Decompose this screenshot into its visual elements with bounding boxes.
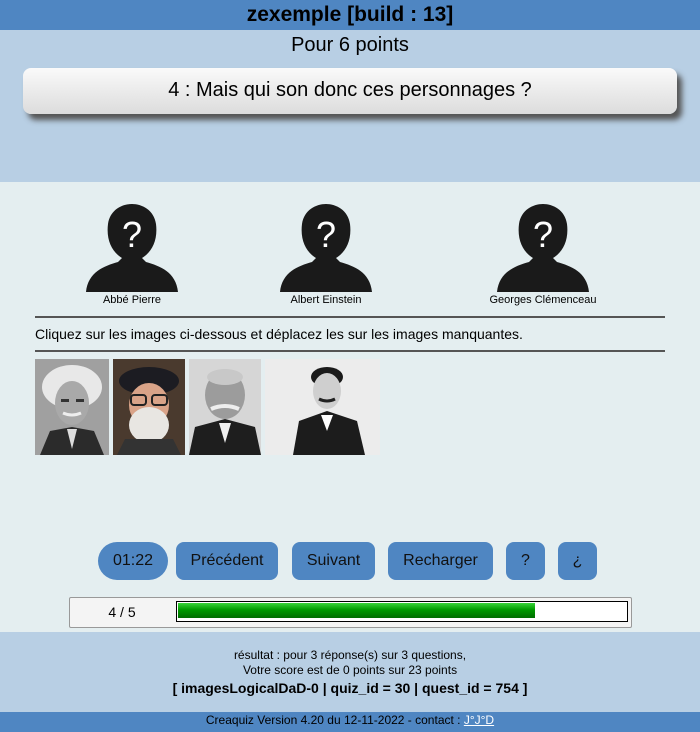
- drop-slot-albert-einstein[interactable]: ? Albert Einstein: [246, 202, 406, 306]
- reload-button[interactable]: Recharger: [388, 542, 493, 580]
- help-button[interactable]: ?: [506, 542, 545, 580]
- divider: [35, 316, 665, 318]
- question-area: ? Abbé Pierre ? Albert Einstein ? George…: [0, 182, 700, 632]
- draggable-photo-4[interactable]: [265, 359, 380, 455]
- progress-fill: [178, 603, 535, 618]
- draggable-photo-2[interactable]: [113, 359, 185, 455]
- next-button[interactable]: Suivant: [292, 542, 375, 580]
- result-line-1: résultat : pour 3 réponse(s) sur 3 quest…: [233, 648, 467, 662]
- progress-panel: 4 / 5: [69, 597, 632, 628]
- progress-bar: [176, 601, 628, 622]
- version-text: Creaquiz Version 4.20 du 12-11-2022 - co…: [205, 713, 464, 727]
- draggable-photo-1[interactable]: [35, 359, 109, 455]
- unknown-person-icon: ?: [86, 204, 178, 292]
- app-title: zexemple [build : 13]: [0, 0, 700, 30]
- result-line-2: Votre score est de 0 points sur 23 point…: [242, 663, 458, 677]
- question-text: 4 : Mais qui son donc ces personnages ?: [23, 68, 677, 114]
- unknown-person-icon: ?: [280, 204, 372, 292]
- question-points: Pour 6 points: [291, 34, 409, 56]
- slot-label: Georges Clémenceau: [489, 294, 597, 306]
- drop-slot-georges-clemenceau[interactable]: ? Georges Clémenceau: [463, 202, 623, 306]
- previous-button[interactable]: Précédent: [176, 542, 278, 580]
- divider: [35, 350, 665, 352]
- contact-link[interactable]: J°J°D: [464, 713, 494, 727]
- slot-label: Abbé Pierre: [102, 294, 162, 306]
- progress-count: 4 / 5: [108, 604, 136, 620]
- instruction-text: Cliquez sur les images ci-dessous et dép…: [35, 326, 523, 342]
- svg-text:?: ?: [533, 214, 553, 255]
- timer-button[interactable]: 01:22: [98, 542, 168, 580]
- footer-bar: Creaquiz Version 4.20 du 12-11-2022 - co…: [0, 712, 700, 732]
- drop-slot-abbe-pierre[interactable]: ? Abbé Pierre: [52, 202, 212, 306]
- svg-text:?: ?: [316, 214, 336, 255]
- inverted-help-button[interactable]: ¿: [558, 542, 597, 580]
- slot-label: Albert Einstein: [290, 294, 362, 306]
- question-header: Pour 6 points 4 : Mais qui son donc ces …: [0, 30, 700, 182]
- question-ids: [ imagesLogicalDaD-0 | quiz_id = 30 | qu…: [172, 680, 528, 696]
- unknown-person-icon: ?: [497, 204, 589, 292]
- result-panel: résultat : pour 3 réponse(s) sur 3 quest…: [0, 632, 700, 712]
- svg-text:?: ?: [122, 214, 142, 255]
- draggable-photo-3[interactable]: [189, 359, 261, 455]
